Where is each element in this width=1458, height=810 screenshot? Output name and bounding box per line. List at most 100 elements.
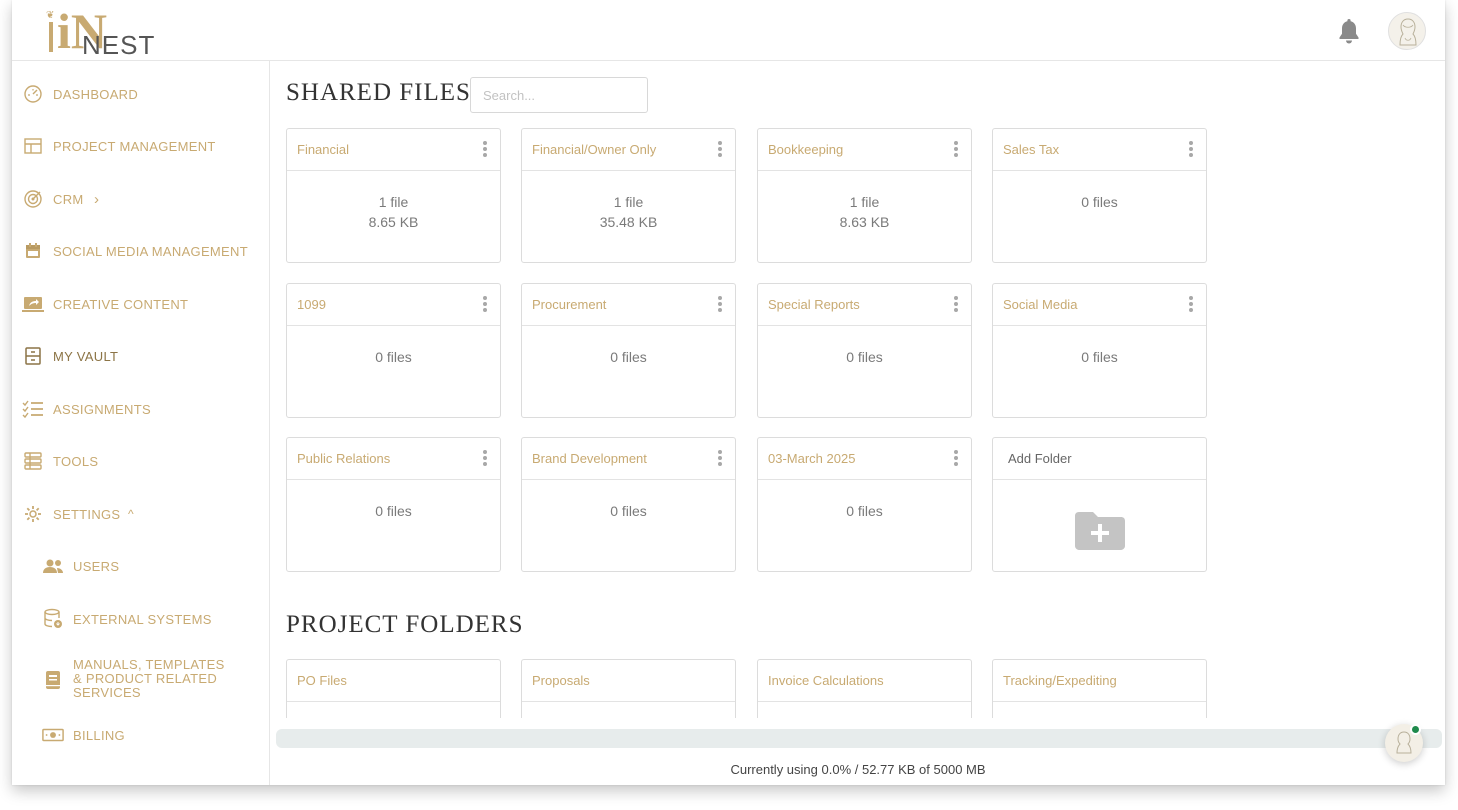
project-folder-card[interactable]: PO Files	[286, 659, 501, 718]
folder-size: 8.65 KB	[368, 214, 419, 230]
folder-name[interactable]: PO Files	[297, 673, 347, 688]
folder-card[interactable]: Financial/Owner Only 1 file 35.48 KB	[521, 128, 736, 263]
user-avatar[interactable]	[1388, 12, 1426, 50]
folder-card[interactable]: 1099 0 files	[286, 283, 501, 418]
sidebar-item-label: MY VAULT	[53, 348, 119, 364]
folder-card[interactable]: Social Media 0 files	[992, 283, 1207, 418]
folder-stats: 1 file 35.48 KB	[522, 192, 735, 232]
folder-name[interactable]: Invoice Calculations	[768, 673, 884, 688]
label-line: MANUALS, TEMPLATES	[73, 657, 225, 672]
more-options-icon[interactable]	[953, 296, 959, 314]
folder-name[interactable]: Social Media	[1003, 297, 1077, 312]
file-count: 1 file	[849, 194, 880, 210]
folder-card-header: 1099	[287, 284, 500, 326]
folder-card[interactable]: 03-March 2025 0 files	[757, 437, 972, 572]
folder-name[interactable]: Financial/Owner Only	[532, 142, 656, 157]
file-count: 0 files	[375, 503, 412, 519]
folder-card-header: Invoice Calculations	[758, 660, 971, 702]
more-options-icon[interactable]	[717, 296, 723, 314]
sidebar-item-project-management[interactable]: PROJECT MANAGEMENT	[12, 131, 270, 161]
sidebar-item-label: SETTINGS	[53, 506, 121, 522]
more-options-icon[interactable]	[1188, 296, 1194, 314]
folder-name[interactable]: Sales Tax	[1003, 142, 1059, 157]
folder-stats: 0 files	[758, 501, 971, 521]
folder-card-header: 03-March 2025	[758, 438, 971, 480]
book-icon	[42, 669, 64, 691]
folder-name[interactable]: 03-March 2025	[768, 451, 855, 466]
add-folder-card[interactable]: Add Folder	[992, 437, 1207, 572]
folder-stats: 0 files	[287, 501, 500, 521]
sidebar-item-creative-content[interactable]: CREATIVE CONTENT	[12, 289, 270, 319]
more-options-icon[interactable]	[953, 450, 959, 468]
add-folder-label[interactable]: Add Folder	[1008, 451, 1072, 466]
more-options-icon[interactable]	[717, 141, 723, 159]
folder-stats: 0 files	[993, 192, 1206, 212]
folder-card[interactable]: Brand Development 0 files	[521, 437, 736, 572]
brand-logo[interactable]: ❦ iN NEST	[46, 6, 186, 58]
sidebar-item-dashboard[interactable]: DASHBOARD	[12, 79, 270, 109]
folder-name[interactable]: Brand Development	[532, 451, 647, 466]
more-options-icon[interactable]	[482, 296, 488, 314]
project-folders-title: PROJECT FOLDERS	[286, 611, 524, 638]
more-options-icon[interactable]	[1188, 141, 1194, 159]
chevron-right-icon[interactable]: ›	[94, 191, 99, 208]
more-options-icon[interactable]	[482, 141, 488, 159]
project-folder-card[interactable]: Proposals	[521, 659, 736, 718]
sidebar-item-label: USERS	[73, 558, 120, 574]
folder-card[interactable]: Public Relations 0 files	[286, 437, 501, 572]
more-options-icon[interactable]	[953, 141, 959, 159]
folder-card-header: PO Files	[287, 660, 500, 702]
sidebar-item-assignments[interactable]: ASSIGNMENTS	[12, 394, 270, 424]
sidebar-item-users[interactable]: USERS	[12, 551, 270, 581]
folder-name[interactable]: Public Relations	[297, 451, 390, 466]
folder-name[interactable]: 1099	[297, 297, 326, 312]
money-icon	[42, 724, 64, 746]
sidebar-item-label: PROJECT MANAGEMENT	[53, 138, 216, 154]
sidebar: DASHBOARD PROJECT MANAGEMENT CRM › SOCIA…	[12, 61, 270, 785]
folder-card-header: Tracking/Expediting	[993, 660, 1206, 702]
folder-card[interactable]: Bookkeeping 1 file 8.63 KB	[757, 128, 972, 263]
sidebar-item-tools[interactable]: TOOLS	[12, 446, 270, 476]
sidebar-item-my-vault[interactable]: MY VAULT	[12, 341, 270, 371]
folder-card-header: Financial	[287, 129, 500, 171]
sidebar-item-label: ASSIGNMENTS	[53, 401, 151, 417]
sidebar-item-external-systems[interactable]: EXTERNAL SYSTEMS	[12, 604, 270, 634]
sidebar-item-manuals[interactable]: MANUALS, TEMPLATES & PRODUCT RELATED SER…	[12, 658, 270, 702]
folder-name[interactable]: Special Reports	[768, 297, 860, 312]
sidebar-item-social-media-management[interactable]: SOCIAL MEDIA MANAGEMENT	[12, 236, 270, 266]
folder-name[interactable]: Bookkeeping	[768, 142, 843, 157]
app-window: ❦ iN NEST DASHBOARD PROJECT MANAGEMENT C…	[12, 0, 1445, 785]
sidebar-item-settings[interactable]: SETTINGS ^	[12, 499, 270, 529]
project-folder-card[interactable]: Tracking/Expediting	[992, 659, 1207, 718]
sidebar-item-label-multiline: MANUALS, TEMPLATES & PRODUCT RELATED SER…	[73, 658, 225, 700]
folder-card-header: Add Folder	[993, 438, 1206, 480]
file-count: 0 files	[1081, 349, 1118, 365]
folder-card[interactable]: Procurement 0 files	[521, 283, 736, 418]
storage-usage-text: Currently using 0.0% / 52.77 KB of 5000 …	[730, 762, 986, 777]
folder-plus-icon[interactable]	[1075, 512, 1125, 555]
file-count: 0 files	[1081, 194, 1118, 210]
sidebar-item-crm[interactable]: CRM ›	[12, 184, 270, 214]
project-folder-card[interactable]: Invoice Calculations	[757, 659, 972, 718]
search-input[interactable]	[470, 77, 648, 113]
sidebar-item-label: CREATIVE CONTENT	[53, 296, 189, 312]
folder-name[interactable]: Procurement	[532, 297, 606, 312]
chevron-up-icon[interactable]: ^	[128, 507, 134, 521]
checklist-icon	[22, 398, 44, 420]
folder-name[interactable]: Proposals	[532, 673, 590, 688]
storage-usage-bar	[276, 729, 1442, 748]
folder-card-header: Financial/Owner Only	[522, 129, 735, 171]
shared-files-title: SHARED FILES	[286, 79, 471, 106]
more-options-icon[interactable]	[482, 450, 488, 468]
vault-icon	[22, 345, 44, 367]
folder-card[interactable]: Financial 1 file 8.65 KB	[286, 128, 501, 263]
sidebar-item-billing[interactable]: BILLING	[12, 720, 270, 750]
bell-icon[interactable]	[1336, 18, 1362, 46]
folder-card[interactable]: Special Reports 0 files	[757, 283, 972, 418]
file-count: 0 files	[610, 349, 647, 365]
folder-name[interactable]: Tracking/Expediting	[1003, 673, 1117, 688]
file-count: 1 file	[378, 194, 409, 210]
more-options-icon[interactable]	[717, 450, 723, 468]
folder-card[interactable]: Sales Tax 0 files	[992, 128, 1207, 263]
folder-name[interactable]: Financial	[297, 142, 349, 157]
